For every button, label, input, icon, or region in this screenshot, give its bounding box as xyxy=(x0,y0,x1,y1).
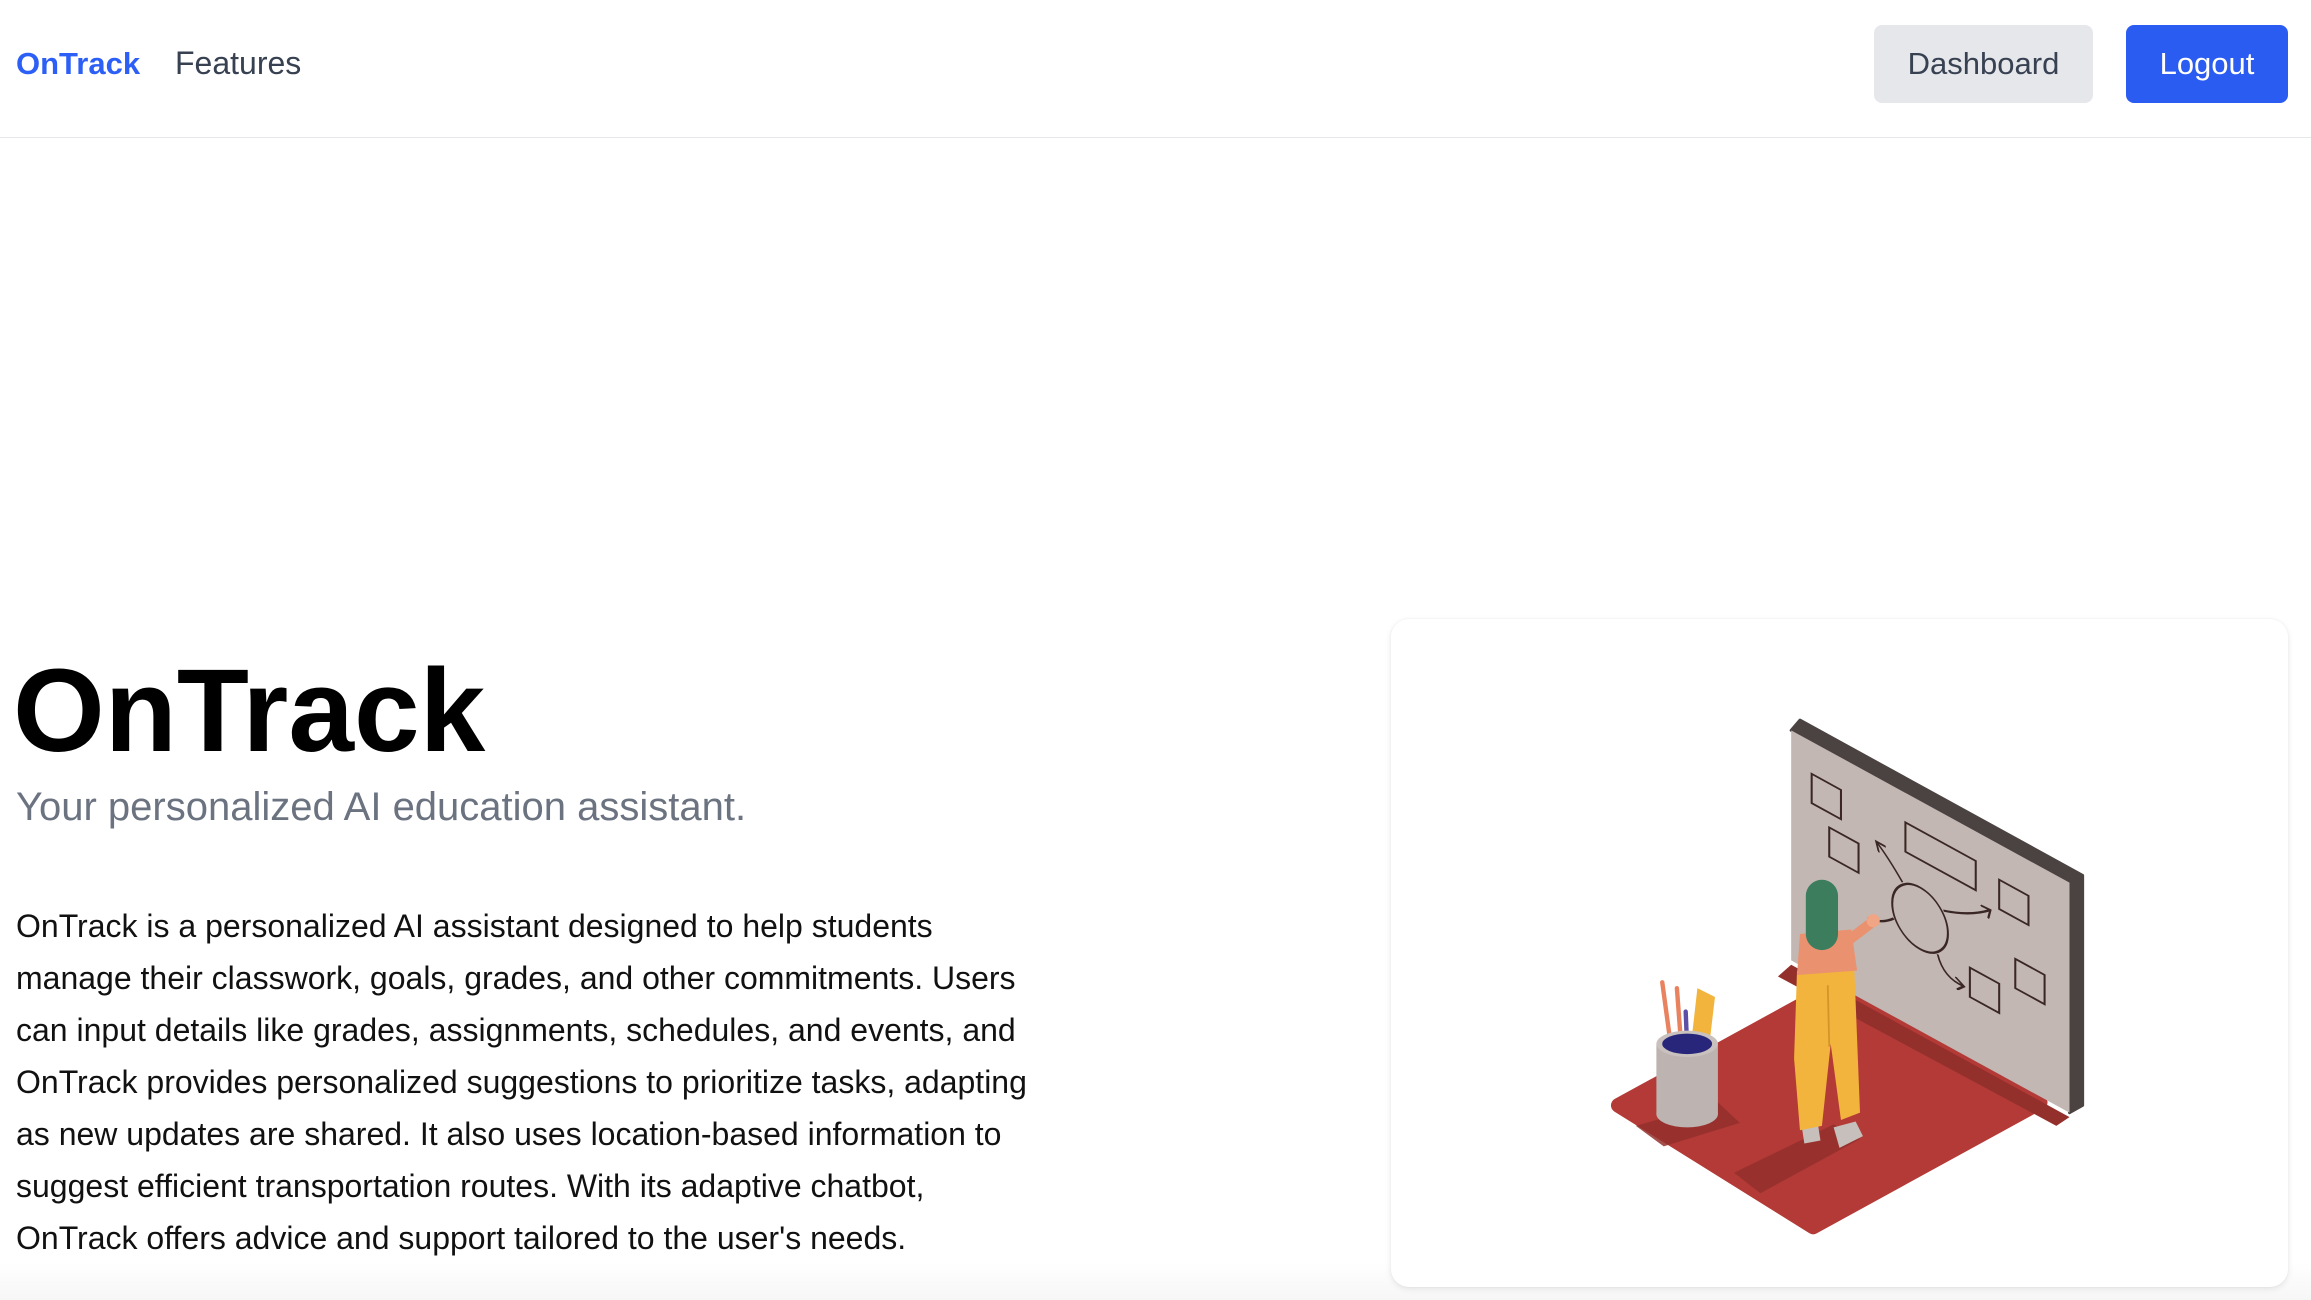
hero-subtitle: Your personalized AI education assistant… xyxy=(16,785,747,829)
hero-title: OnTrack xyxy=(13,645,486,777)
nav-link-features[interactable]: Features xyxy=(175,0,301,127)
top-nav: OnTrack Features Dashboard Logout xyxy=(0,0,2311,138)
logout-button[interactable]: Logout xyxy=(2126,25,2288,103)
illustration-card xyxy=(1391,619,2288,1287)
dashboard-button[interactable]: Dashboard xyxy=(1874,25,2093,103)
hero-section: OnTrack Your personalized AI education a… xyxy=(0,138,2311,1300)
logo-link[interactable]: OnTrack xyxy=(16,0,140,127)
pencil-cup xyxy=(1656,980,1718,1128)
woman-at-whiteboard-illustration xyxy=(1610,718,2085,1235)
hero-description: OnTrack is a personalized AI assistant d… xyxy=(16,908,1027,1256)
